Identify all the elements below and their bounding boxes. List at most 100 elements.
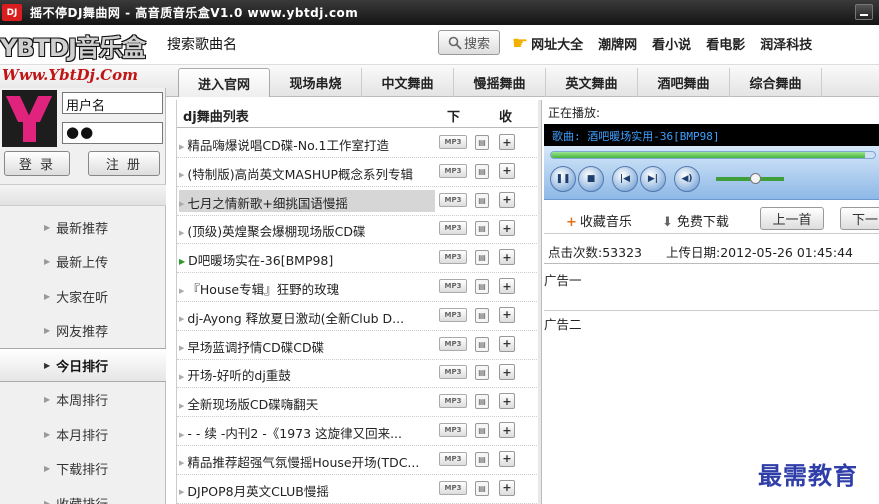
song-row[interactable]: ▶ 『House专辑』狂野的玫瑰 MP3 ▤ + [177,273,538,302]
volume-knob[interactable] [750,173,761,184]
add-to-favorites-button[interactable]: + [499,306,515,323]
tab-live-mix[interactable]: 现场串烧 [270,68,362,97]
favorite-music-button[interactable]: + 收藏音乐 [566,211,632,230]
add-to-favorites-button[interactable]: + [499,450,515,467]
song-title[interactable]: ▶ dj-Ayong 释放夏日激动(全新Club D... [179,308,435,327]
tab-bar-dj[interactable]: 酒吧舞曲 [638,68,730,97]
song-title[interactable]: ▶ (顶级)英煌聚会爆棚现场版CD碟 [179,221,435,240]
song-title[interactable]: ▶ (特制版)高尚英文MASHUP概念系列专辑 [179,164,435,183]
mp3-download-button[interactable]: MP3 [439,394,467,409]
link-runze-tech[interactable]: 润泽科技 [760,34,812,53]
password-field[interactable]: ●● [62,122,163,144]
sidebar-item[interactable]: ▶ 收藏排行 [0,486,166,504]
minimize-button[interactable] [855,4,873,20]
add-to-favorites-button[interactable]: + [499,162,515,179]
mp3-download-button[interactable]: MP3 [439,423,467,437]
mp3-download-button[interactable]: MP3 [439,336,467,351]
song-title[interactable]: ▶ 精品推荐超强气氛慢摇House开场(TDC... [179,452,435,471]
song-row[interactable]: ▶ 全新现场版CD碟嗨翻天 MP3 ▤ + [177,388,538,418]
username-field[interactable]: 用户名 [62,92,163,114]
login-button[interactable]: 登 录 [4,151,70,176]
add-to-favorites-button[interactable]: + [499,249,515,266]
song-row[interactable]: ▶ 早场蓝调抒情CD碟CD碟 MP3 ▤ + [177,331,538,360]
lyrics-icon[interactable]: ▤ [475,480,489,496]
add-to-favorites-button[interactable]: + [499,191,515,208]
tab-chinese-dj[interactable]: 中文舞曲 [362,68,454,97]
song-row[interactable]: ▶ 精品推荐超强气氛慢摇House开场(TDC... MP3 ▤ + [177,446,538,475]
sidebar-item[interactable]: ▶ 本周排行 [0,383,166,417]
lyrics-icon[interactable]: ▤ [475,394,489,410]
sidebar-item[interactable]: ▶ 最新推荐 [0,210,166,244]
next-song-button[interactable]: 下一 [840,207,879,230]
add-to-favorites-button[interactable]: + [499,364,515,381]
mp3-download-button[interactable]: MP3 [439,307,467,322]
next-track-button[interactable]: ▶| [640,166,666,192]
song-title[interactable]: ▶ 全新现场版CD碟嗨翻天 [179,394,435,413]
free-download-button[interactable]: ⬇ 免费下载 [662,211,729,230]
song-row[interactable]: ▶ (顶级)英煌聚会爆棚现场版CD碟 MP3 ▤ + [177,215,538,245]
song-row[interactable]: ▶ D吧暖场实在-36[BMP98] MP3 ▤ + [177,244,538,274]
song-row[interactable]: ▶ 开场-好听的dj重鼓 MP3 ▤ + [177,359,538,389]
add-to-favorites-button[interactable]: + [499,422,515,438]
song-row[interactable]: ▶ - - 续 -内刊2 -《1973 这旋律又回来... MP3 ▤ + [177,417,538,446]
mp3-download-button[interactable]: MP3 [439,135,467,149]
lyrics-icon[interactable]: ▤ [475,250,489,266]
mp3-download-button[interactable]: MP3 [439,451,467,466]
stop-button[interactable]: ■ [578,166,604,192]
register-button[interactable]: 注 册 [88,151,160,176]
tab-mixed-dj[interactable]: 综合舞曲 [730,68,822,97]
lyrics-icon[interactable]: ▤ [475,423,489,438]
ad-slot-1[interactable]: 广告一 [544,270,582,289]
link-novels[interactable]: 看小说 [652,34,691,53]
song-title[interactable]: ▶ 『House专辑』狂野的玫瑰 [179,279,435,298]
mp3-download-button[interactable]: MP3 [439,192,467,207]
sidebar-item[interactable]: ▶ 下载排行 [0,452,166,486]
previous-song-button[interactable]: 上一首 [760,207,824,230]
mp3-download-button[interactable]: MP3 [439,163,467,178]
lyrics-icon[interactable]: ▤ [475,192,489,208]
song-title[interactable]: ▶ 精品嗨爆说唱CD碟-No.1工作室打造 [179,135,435,154]
song-row[interactable]: ▶ dj-Ayong 释放夏日激动(全新Club D... MP3 ▤ + [177,302,538,331]
lyrics-icon[interactable]: ▤ [475,163,489,179]
add-to-favorites-button[interactable]: + [499,393,515,410]
link-site-directory[interactable]: 网址大全 [531,34,583,53]
song-title[interactable]: ▶ 七月之情新歌+细挑国语慢摇 [179,189,435,212]
lyrics-icon[interactable]: ▤ [475,221,489,237]
song-row[interactable]: ▶ 精品嗨爆说唱CD碟-No.1工作室打造 MP3 ▤ + [177,129,538,158]
add-to-favorites-button[interactable]: + [499,335,515,352]
song-title[interactable]: ▶ DJPOP8月英文CLUB慢摇 [179,481,435,500]
lyrics-icon[interactable]: ▤ [475,451,489,467]
song-row[interactable]: ▶ (特制版)高尚英文MASHUP概念系列专辑 MP3 ▤ + [177,158,538,187]
tab-slow-rock[interactable]: 慢摇舞曲 [454,68,546,97]
sidebar-item[interactable]: ▶ 本月排行 [0,417,166,451]
song-row[interactable]: ▶ DJPOP8月英文CLUB慢摇 MP3 ▤ + [177,475,538,504]
mute-button[interactable]: ◀) [674,166,700,192]
mp3-download-button[interactable]: MP3 [439,480,467,495]
mp3-download-button[interactable]: MP3 [439,279,467,293]
lyrics-icon[interactable]: ▤ [475,307,489,323]
mp3-download-button[interactable]: MP3 [439,365,467,380]
lyrics-icon[interactable]: ▤ [475,365,489,381]
search-input[interactable]: 搜索歌曲名 [165,31,433,57]
song-title[interactable]: ▶ 早场蓝调抒情CD碟CD碟 [179,337,435,356]
song-title[interactable]: ▶ - - 续 -内刊2 -《1973 这旋律又回来... [179,423,435,442]
sidebar-item[interactable]: ▶ 大家在听 [0,279,166,313]
progress-bar[interactable] [550,151,876,159]
sidebar-item[interactable]: ▶ 网友推荐 [0,314,166,348]
song-row[interactable]: ▶ 七月之情新歌+细挑国语慢摇 MP3 ▤ + [177,187,538,216]
sidebar-item[interactable]: ▶ 今日排行 [0,348,166,382]
mp3-download-button[interactable]: MP3 [439,221,467,236]
search-button[interactable]: 搜索 [438,30,500,55]
tab-english-dj[interactable]: 英文舞曲 [546,68,638,97]
tab-official-site[interactable]: 进入官网 [178,68,270,97]
lyrics-icon[interactable]: ▤ [475,279,489,294]
volume-slider[interactable] [716,173,784,184]
previous-track-button[interactable]: |◀ [612,166,638,192]
mp3-download-button[interactable]: MP3 [439,250,467,265]
sidebar-item[interactable]: ▶ 最新上传 [0,245,166,279]
lyrics-icon[interactable]: ▤ [475,135,489,150]
song-title[interactable]: ▶ 开场-好听的dj重鼓 [179,365,435,384]
link-movies[interactable]: 看电影 [706,34,745,53]
lyrics-icon[interactable]: ▤ [475,336,489,352]
ad-slot-2[interactable]: 广告二 [544,314,582,333]
